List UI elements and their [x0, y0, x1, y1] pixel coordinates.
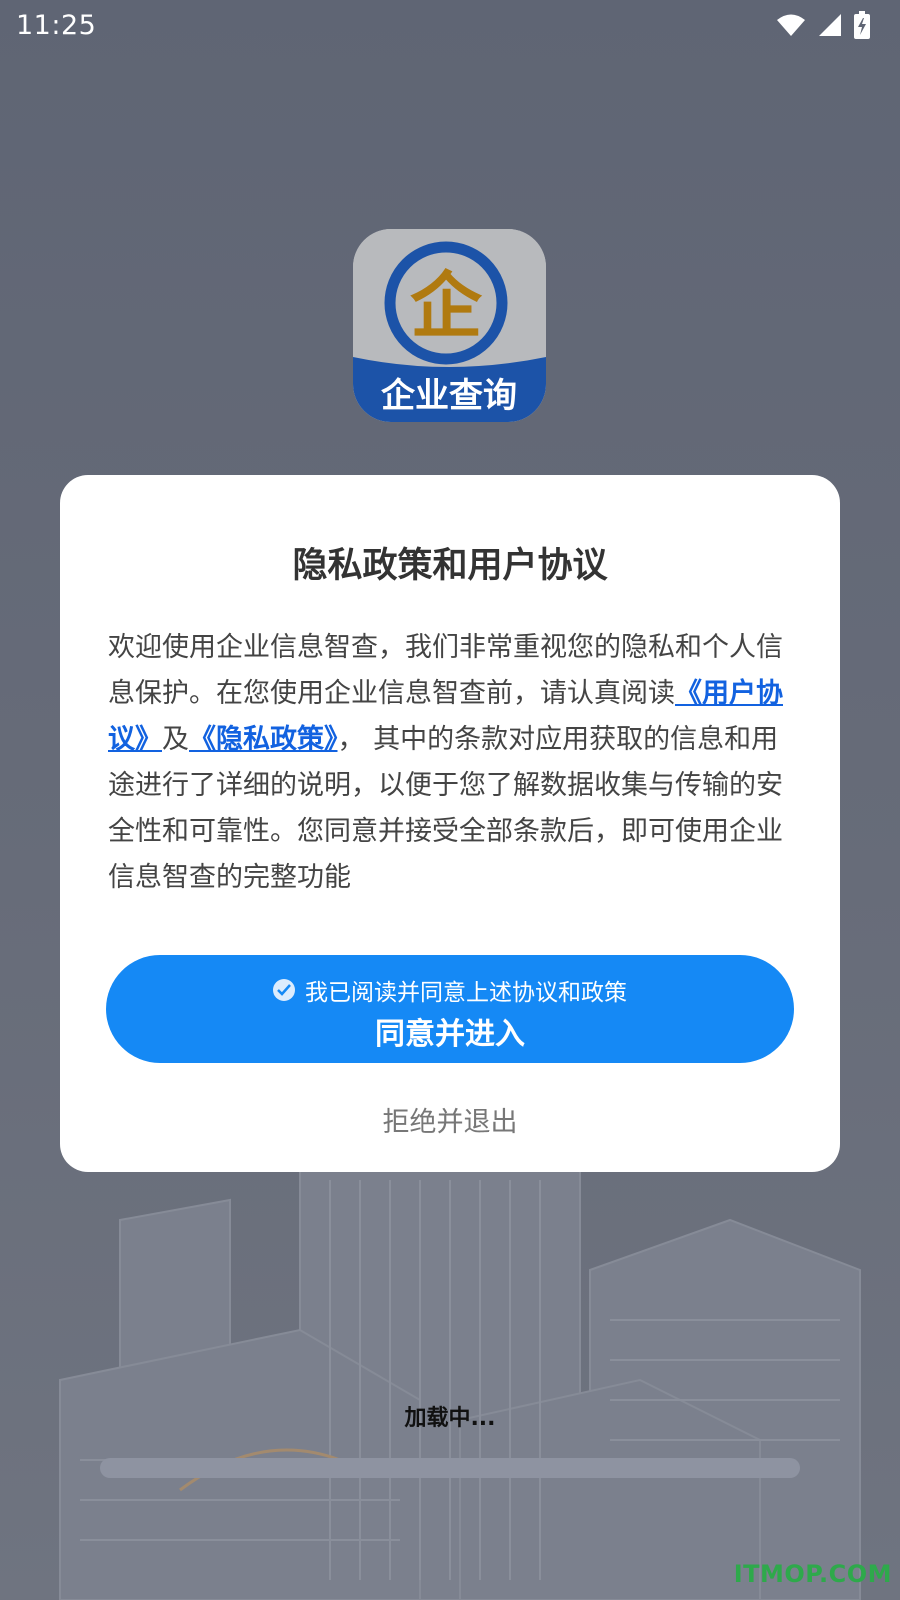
watermark: ITMOP.COM: [733, 1560, 892, 1588]
loading-text: 加载中...: [404, 1406, 496, 1431]
logo-label: 企业查询: [381, 376, 517, 416]
city-background-illustration: [59, 1160, 861, 1600]
battery-icon: [854, 11, 870, 39]
signal-icon: [819, 14, 841, 36]
body-connector: 及: [162, 724, 189, 755]
reject-and-exit-button[interactable]: 拒绝并退出: [60, 1100, 840, 1139]
agree-and-enter-button[interactable]: 我已阅读并同意上述协议和政策 同意并进入: [106, 955, 794, 1063]
privacy-policy-link[interactable]: 《隐私政策》: [189, 724, 338, 755]
dialog-title: 隐私政策和用户协议: [292, 546, 608, 586]
app-logo: 企 企业查询: [353, 229, 546, 422]
privacy-dialog: 隐私政策和用户协议 欢迎使用企业信息智查，我们非常重视您的隐私和个人信息保护。在…: [60, 475, 840, 1172]
dialog-body: 欢迎使用企业信息智查，我们非常重视您的隐私和个人信息保护。在您使用企业信息智查前…: [108, 625, 798, 901]
agree-checkbox-row[interactable]: 我已阅读并同意上述协议和政策: [106, 973, 794, 1007]
status-icons: [776, 11, 870, 39]
checkmark-icon[interactable]: [273, 979, 295, 1001]
loading-progress-bar: [100, 1458, 800, 1478]
app-logo-graphic: 企 企业查询: [353, 229, 546, 422]
agree-button-label: 同意并进入: [375, 1017, 525, 1052]
wifi-icon: [777, 14, 805, 36]
status-time: 11:25: [16, 9, 97, 41]
logo-glyph: 企: [410, 264, 483, 348]
status-bar: 11:25: [0, 0, 900, 50]
agree-check-text: 我已阅读并同意上述协议和政策: [305, 980, 627, 1006]
